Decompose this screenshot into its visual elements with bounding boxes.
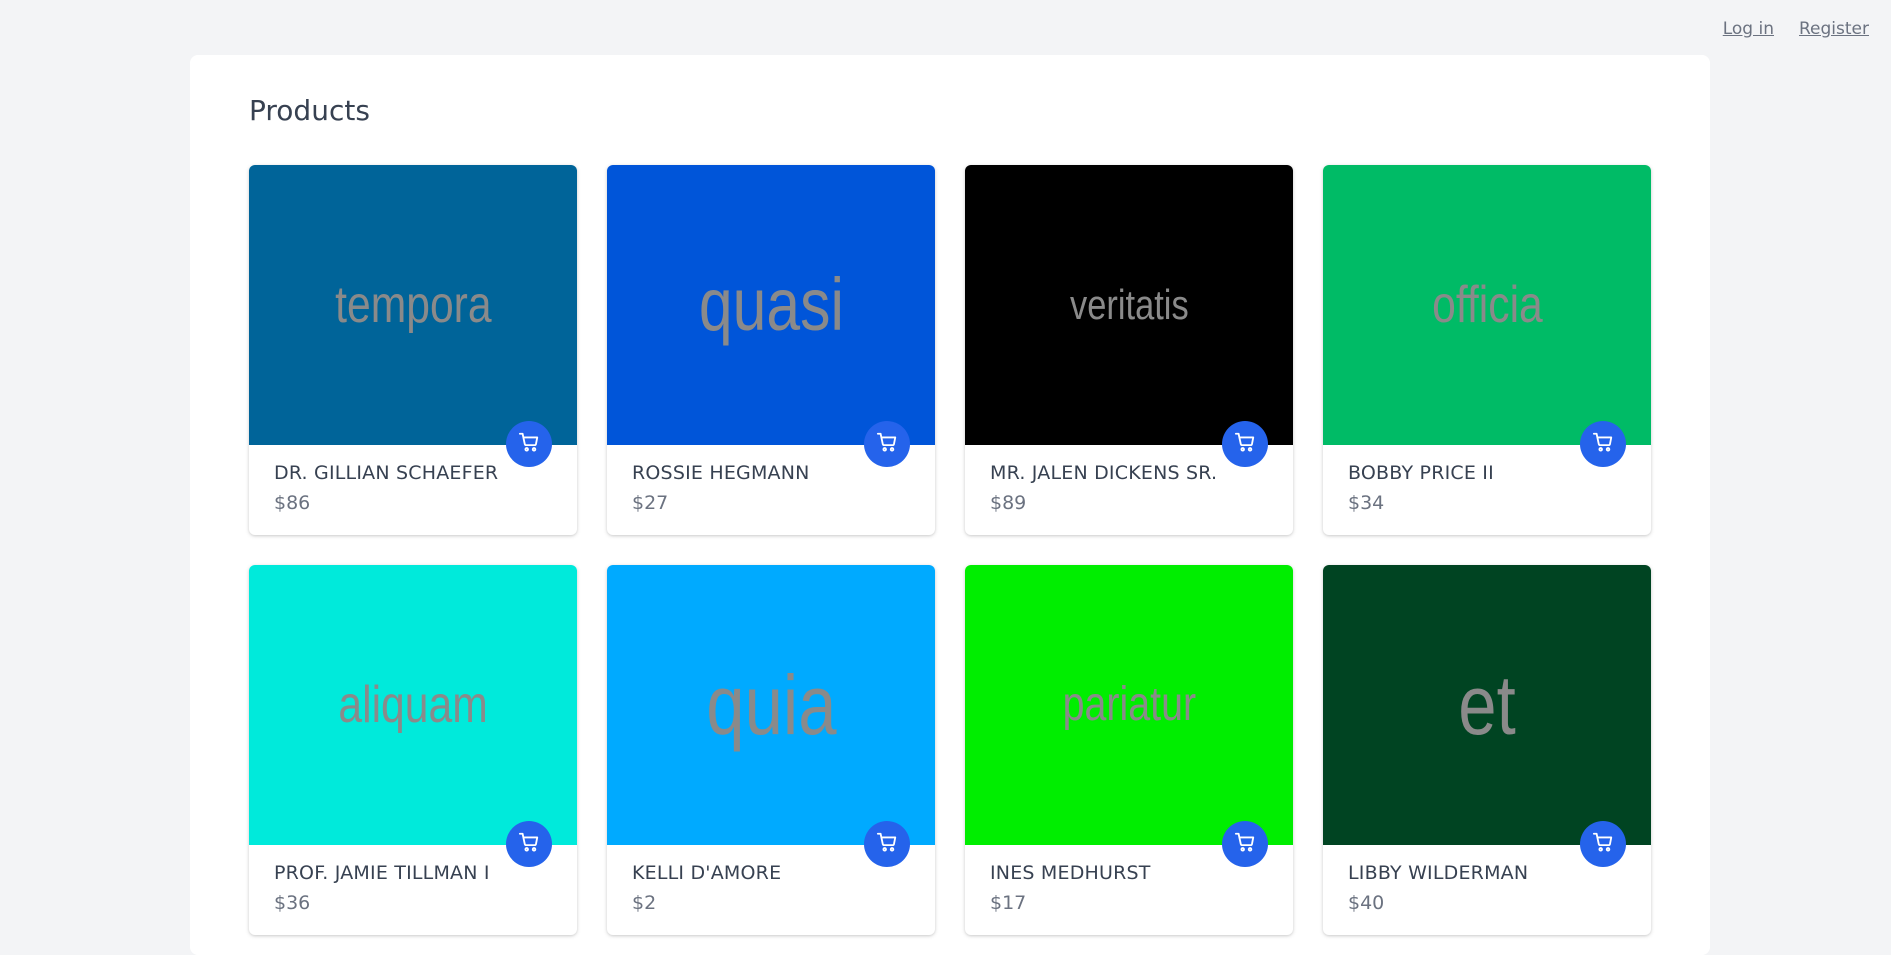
product-image-text: tempora: [334, 276, 492, 334]
cart-icon: [518, 831, 540, 857]
product-card[interactable]: officia BOBBY PRICE II $34: [1323, 165, 1651, 535]
product-image-text: quasi: [698, 263, 844, 346]
product-image-text: quia: [705, 658, 837, 752]
product-card[interactable]: quasi ROSSIE HEGMANN $27: [607, 165, 935, 535]
product-price: $86: [274, 492, 311, 514]
product-name[interactable]: KELLI D'AMORE: [632, 862, 781, 884]
product-image-text: aliquam: [338, 676, 488, 734]
product-price: $2: [632, 892, 657, 914]
cart-icon: [1592, 431, 1614, 457]
add-to-cart-button[interactable]: [1222, 821, 1268, 867]
page-title: Products: [249, 94, 370, 127]
cart-icon: [876, 431, 898, 457]
product-name[interactable]: ROSSIE HEGMANN: [632, 462, 810, 484]
add-to-cart-button[interactable]: [1580, 821, 1626, 867]
product-price: $17: [990, 892, 1027, 914]
product-name[interactable]: INES MEDHURST: [990, 862, 1151, 884]
product-image[interactable]: tempora: [249, 165, 577, 445]
product-grid: tempora DR. GILLIAN SCHAEFER $86 quasi R…: [249, 165, 1651, 935]
cart-icon: [1592, 831, 1614, 857]
product-price: $36: [274, 892, 311, 914]
cart-icon: [518, 431, 540, 457]
add-to-cart-button[interactable]: [1222, 421, 1268, 467]
product-image[interactable]: quasi: [607, 165, 935, 445]
product-name[interactable]: MR. JALEN DICKENS SR.: [990, 462, 1217, 484]
add-to-cart-button[interactable]: [1580, 421, 1626, 467]
register-link[interactable]: Register: [1799, 19, 1869, 39]
product-image-text: veritatis: [1069, 281, 1189, 328]
cart-icon: [1234, 831, 1256, 857]
products-panel: Products tempora DR. GILLIAN SCHAEFER $8…: [190, 55, 1710, 955]
cart-icon: [1234, 431, 1256, 457]
add-to-cart-button[interactable]: [864, 821, 910, 867]
product-image[interactable]: pariatur: [965, 565, 1293, 845]
product-name[interactable]: DR. GILLIAN SCHAEFER: [274, 462, 498, 484]
product-card[interactable]: quia KELLI D'AMORE $2: [607, 565, 935, 935]
product-price: $40: [1348, 892, 1385, 914]
product-price: $89: [990, 492, 1027, 514]
product-image-text: et: [1458, 658, 1516, 752]
add-to-cart-button[interactable]: [506, 821, 552, 867]
product-card[interactable]: aliquam PROF. JAMIE TILLMAN I $36: [249, 565, 577, 935]
login-link[interactable]: Log in: [1723, 19, 1774, 39]
add-to-cart-button[interactable]: [506, 421, 552, 467]
top-nav: Log in Register: [1723, 19, 1869, 39]
product-image[interactable]: officia: [1323, 165, 1651, 445]
product-name[interactable]: BOBBY PRICE II: [1348, 462, 1494, 484]
product-image[interactable]: quia: [607, 565, 935, 845]
product-name[interactable]: LIBBY WILDERMAN: [1348, 862, 1528, 884]
cart-icon: [876, 831, 898, 857]
product-image[interactable]: aliquam: [249, 565, 577, 845]
product-card[interactable]: tempora DR. GILLIAN SCHAEFER $86: [249, 165, 577, 535]
product-card[interactable]: pariatur INES MEDHURST $17: [965, 565, 1293, 935]
product-image-text: pariatur: [1062, 678, 1196, 731]
product-image[interactable]: veritatis: [965, 165, 1293, 445]
product-image[interactable]: et: [1323, 565, 1651, 845]
product-price: $27: [632, 492, 669, 514]
product-image-text: officia: [1431, 276, 1543, 334]
product-price: $34: [1348, 492, 1385, 514]
product-card[interactable]: veritatis MR. JALEN DICKENS SR. $89: [965, 165, 1293, 535]
add-to-cart-button[interactable]: [864, 421, 910, 467]
product-card[interactable]: et LIBBY WILDERMAN $40: [1323, 565, 1651, 935]
product-name[interactable]: PROF. JAMIE TILLMAN I: [274, 862, 490, 884]
